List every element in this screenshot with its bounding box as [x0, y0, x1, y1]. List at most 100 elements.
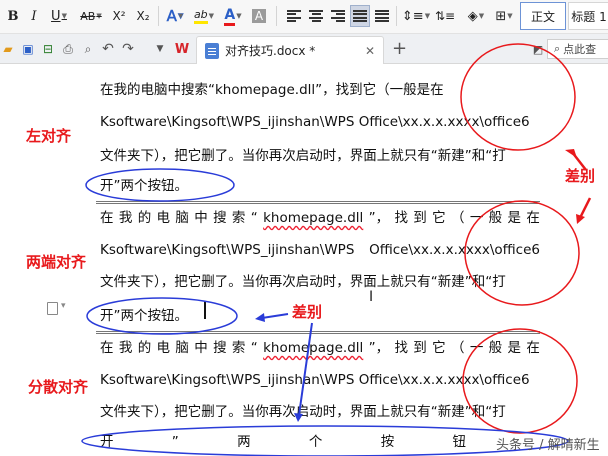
text-segment: 的: [137, 340, 152, 356]
align-center-button[interactable]: [306, 5, 326, 27]
paragraph-handle-icon[interactable]: [47, 301, 66, 315]
sort-button[interactable]: ⇅≡: [432, 5, 458, 27]
toolbar-divider: [158, 6, 159, 26]
highlight-button[interactable]: ab ▼: [190, 5, 218, 27]
chevron-down-icon[interactable]: ▼: [425, 12, 430, 20]
font-color-label: A: [224, 7, 236, 26]
text-segment: 般: [488, 210, 503, 226]
font-color-button[interactable]: A ▼: [220, 5, 246, 27]
text-segment: ”: [171, 434, 179, 450]
align-right-icon: [331, 10, 345, 22]
text-segment: 按: [380, 434, 395, 450]
left-line-3: 文件夹下），把它删了。当你再次启动时，界面上就只有“新建”和“打: [100, 148, 506, 164]
distributed-line-3: 文件夹下），把它删了。当你再次启动时，界面上就只有“新建”和“打: [100, 404, 506, 420]
superscript-button[interactable]: X²: [108, 5, 130, 27]
wps-logo-icon[interactable]: W: [174, 41, 190, 57]
text-segment: 般: [488, 340, 503, 356]
shading-button[interactable]: ◈ ▼: [462, 5, 490, 27]
text-segment: ”，: [368, 340, 390, 356]
italic-button[interactable]: I: [26, 5, 42, 27]
char-shading-label: A: [251, 9, 267, 23]
style-normal[interactable]: 正文: [520, 2, 566, 30]
distributed-button[interactable]: [372, 5, 392, 27]
sort-icon: ⇅≡: [434, 9, 456, 23]
label-difference-1: 差别: [565, 167, 596, 185]
char-shading-button[interactable]: A: [250, 5, 268, 27]
document-tab[interactable]: 对齐技巧.docx * ✕: [196, 36, 384, 64]
line-spacing-button[interactable]: ⇕≡ ▼: [402, 5, 430, 27]
redo-icon[interactable]: ↷: [120, 41, 136, 57]
text-segment: 一: [469, 210, 484, 226]
text-segment: 索: [231, 210, 246, 226]
print-icon[interactable]: ⎙: [60, 41, 76, 57]
style-heading1[interactable]: 标题 1: [568, 2, 608, 30]
print-preview-icon[interactable]: ⌕: [80, 41, 96, 57]
justify-line-2: Ksoftware\Kingsoft\WPS_ijinshan\WPS Offic…: [100, 241, 540, 259]
text-segment: （: [450, 210, 465, 226]
export-pdf-icon[interactable]: ⊟: [40, 41, 56, 57]
line-spacing-icon: ⇕≡: [401, 8, 424, 24]
text-segment: 两: [237, 434, 251, 450]
left-line-1: 在我的电脑中搜索“khomepage.dll”，找到它（一般是在: [100, 82, 444, 98]
text-segment: 中: [194, 210, 208, 226]
text-segment: 脑: [175, 210, 189, 226]
document-tabbar: ▰ ▣ ⊟ ⎙ ⌕ ↶ ↷ ▼ W 对齐技巧.docx * ✕ + ◩ ⌕ 点此…: [0, 34, 608, 64]
text-segment: 脑: [175, 340, 189, 356]
underline-button[interactable]: U ▼: [46, 5, 72, 27]
search-icon: ⌕: [554, 42, 561, 55]
align-right-button[interactable]: [328, 5, 348, 27]
text-segment: 在: [100, 210, 114, 226]
text-segment: 索: [231, 340, 246, 356]
tab-list-icon[interactable]: ◩: [530, 41, 546, 57]
text-segment: 它: [432, 210, 446, 226]
text-segment: （: [450, 340, 465, 356]
block-divider: [96, 201, 540, 204]
align-left-button[interactable]: [284, 5, 304, 27]
text-segment: 电: [156, 340, 171, 356]
text-segment: 在: [526, 340, 540, 356]
text-segment: 它: [432, 340, 446, 356]
close-icon[interactable]: ✕: [365, 44, 375, 58]
strikethrough-label: AB: [80, 9, 96, 23]
text-segment: 找: [394, 340, 408, 356]
text-segment: khomepage.dll: [263, 210, 364, 226]
undo-icon[interactable]: ↶: [100, 41, 116, 57]
subscript-button[interactable]: X₂: [132, 5, 154, 27]
chevron-down-icon[interactable]: ▼: [236, 12, 241, 20]
search-box[interactable]: ⌕ 点此查: [547, 39, 608, 59]
toolbar-divider: [276, 6, 277, 26]
text-segment: 在: [526, 210, 540, 226]
chevron-down-icon[interactable]: ▼: [178, 12, 184, 21]
formatting-ribbon: B I U ▼ AB ▼ X² X₂ A ▼ ab ▼ A ▼ A ⇕≡ ▼ ⇅≡ ◈ ▼: [0, 0, 608, 34]
chevron-down-icon[interactable]: ▼: [507, 12, 512, 20]
text-segment: 钮: [452, 434, 466, 450]
borders-button[interactable]: ⊞ ▼: [492, 5, 516, 27]
folder-icon[interactable]: ▰: [0, 41, 16, 57]
mouse-ibeam-icon: Ι: [369, 289, 374, 305]
text-segment: “: [250, 210, 258, 226]
save-icon[interactable]: ▣: [20, 41, 36, 57]
distributed-line-2: Ksoftware\Kingsoft\WPS_ijinshan\WPS Offi…: [100, 372, 530, 388]
label-left-align: 左对齐: [26, 127, 72, 145]
text-segment: 我: [118, 340, 133, 356]
chevron-down-icon[interactable]: ▼: [479, 12, 484, 20]
distributed-icon: [375, 10, 389, 22]
text-cursor: [204, 301, 206, 319]
text-effect-button[interactable]: A ▼: [162, 5, 188, 27]
chevron-down-icon[interactable]: ▼: [209, 12, 214, 20]
chevron-down-icon[interactable]: ▼: [62, 12, 67, 20]
quick-access-dropdown-icon[interactable]: ▼: [152, 41, 168, 57]
strikethrough-button[interactable]: AB ▼: [76, 5, 106, 27]
text-segment: 我: [118, 210, 133, 226]
chevron-down-icon[interactable]: ▼: [96, 12, 101, 20]
align-left-icon: [287, 10, 301, 22]
text-segment: “: [250, 340, 258, 356]
left-line-2: Ksoftware\Kingsoft\WPS_ijinshan\WPS Offi…: [100, 114, 530, 130]
text-segment: 搜: [213, 340, 227, 356]
bold-button[interactable]: B: [4, 5, 22, 27]
justify-button[interactable]: [350, 5, 370, 27]
label-justify: 两端对齐: [26, 253, 87, 271]
text-segment: ”，: [368, 210, 390, 226]
new-tab-button[interactable]: +: [392, 38, 407, 59]
document-canvas[interactable]: 在我的电脑中搜索“khomepage.dll”，找到它（一般是在 Ksoftwa…: [0, 64, 608, 456]
